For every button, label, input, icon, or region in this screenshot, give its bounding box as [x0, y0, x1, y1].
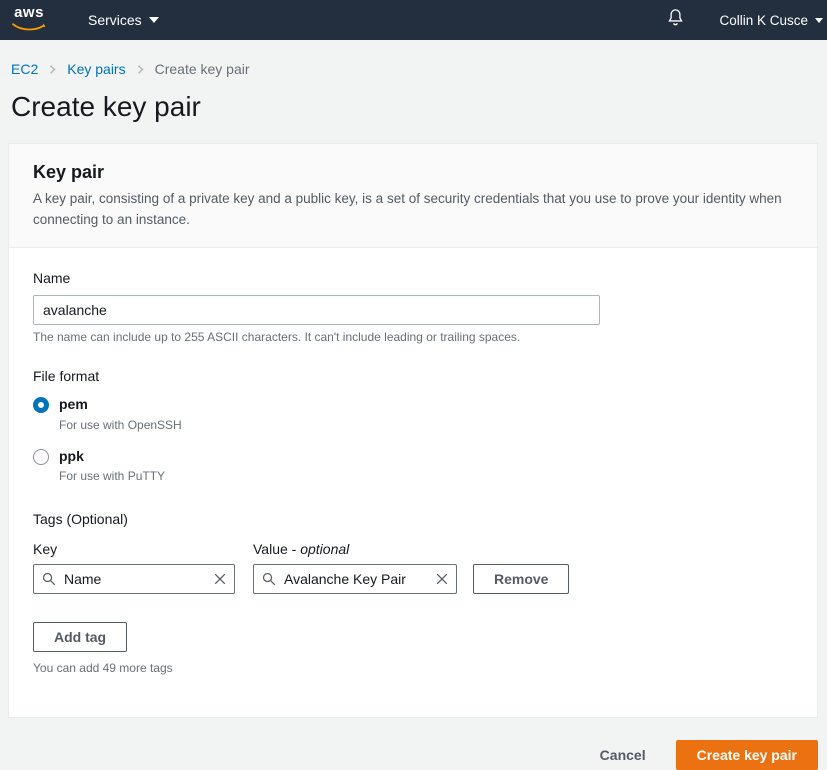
- tags-section: Tags (Optional) Key Value - optional: [33, 511, 793, 675]
- tag-value-input[interactable]: [253, 564, 457, 594]
- radio-ppk-description: For use with PuTTY: [59, 469, 165, 483]
- tag-key-input[interactable]: [33, 564, 235, 594]
- radio-selected-icon[interactable]: [33, 397, 49, 413]
- aws-logo[interactable]: aws: [12, 5, 46, 36]
- chevron-down-icon: [815, 18, 823, 23]
- search-icon: [42, 572, 56, 591]
- radio-pem-description: For use with OpenSSH: [59, 418, 182, 432]
- clear-x-icon[interactable]: [213, 572, 227, 591]
- radio-option-ppk[interactable]: ppk For use with PuTTY: [33, 448, 793, 484]
- user-account-menu[interactable]: Collin K Cusce: [719, 13, 823, 28]
- aws-smile-icon: [12, 20, 46, 36]
- chevron-down-icon: [149, 17, 159, 23]
- tag-key-input-wrap: [33, 564, 235, 594]
- top-navigation-bar: aws Services Collin K Cusce: [0, 0, 827, 40]
- notifications-bell-button[interactable]: [666, 8, 685, 32]
- search-icon: [262, 572, 276, 591]
- radio-unselected-icon[interactable]: [33, 449, 49, 465]
- tag-row: Remove: [33, 564, 793, 594]
- tag-value-column-label: Value - optional: [253, 541, 349, 557]
- breadcrumb-ec2-link[interactable]: EC2: [11, 61, 38, 77]
- radio-ppk-label: ppk: [59, 448, 165, 465]
- name-field-help-text: The name can include up to 255 ASCII cha…: [33, 330, 793, 344]
- key-pair-form-card: Key pair A key pair, consisting of a pri…: [8, 143, 818, 718]
- services-menu[interactable]: Services: [88, 12, 159, 28]
- radio-option-pem[interactable]: pem For use with OpenSSH: [33, 396, 793, 432]
- add-tag-button[interactable]: Add tag: [33, 622, 127, 652]
- radio-option-text: ppk For use with PuTTY: [59, 448, 165, 484]
- file-format-group: File format pem For use with OpenSSH ppk…: [33, 368, 793, 484]
- tags-remaining-text: You can add 49 more tags: [33, 661, 793, 675]
- file-format-label: File format: [33, 368, 793, 384]
- user-name: Collin K Cusce: [719, 13, 808, 28]
- page-title: Create key pair: [11, 91, 827, 123]
- card-body: Name The name can include up to 255 ASCI…: [9, 248, 817, 718]
- cancel-button[interactable]: Cancel: [600, 747, 646, 763]
- bell-icon: [666, 8, 685, 32]
- key-pair-name-input[interactable]: [33, 295, 600, 325]
- tag-key-column-label: Key: [33, 541, 253, 557]
- tag-value-input-wrap: [253, 564, 457, 594]
- form-actions: Cancel Create key pair: [0, 740, 818, 770]
- clear-x-icon[interactable]: [435, 572, 449, 591]
- radio-pem-label: pem: [59, 396, 182, 413]
- name-field-label: Name: [33, 270, 70, 286]
- radio-option-text: pem For use with OpenSSH: [59, 396, 182, 432]
- tags-section-label: Tags (Optional): [33, 511, 793, 527]
- name-field-group: Name The name can include up to 255 ASCI…: [33, 270, 793, 344]
- breadcrumb-key-pairs-link[interactable]: Key pairs: [67, 61, 125, 77]
- card-title: Key pair: [33, 162, 793, 183]
- create-key-pair-button[interactable]: Create key pair: [676, 740, 818, 770]
- card-header: Key pair A key pair, consisting of a pri…: [9, 144, 817, 248]
- services-label: Services: [88, 12, 142, 28]
- card-description: A key pair, consisting of a private key …: [33, 189, 793, 231]
- tag-column-labels: Key Value - optional: [33, 541, 793, 557]
- aws-logo-text: aws: [14, 5, 44, 20]
- breadcrumb: EC2 Key pairs Create key pair: [0, 40, 827, 77]
- remove-tag-button[interactable]: Remove: [473, 564, 569, 594]
- chevron-right-icon: [47, 64, 58, 75]
- breadcrumb-current-page: Create key pair: [155, 61, 250, 77]
- chevron-right-icon: [135, 64, 146, 75]
